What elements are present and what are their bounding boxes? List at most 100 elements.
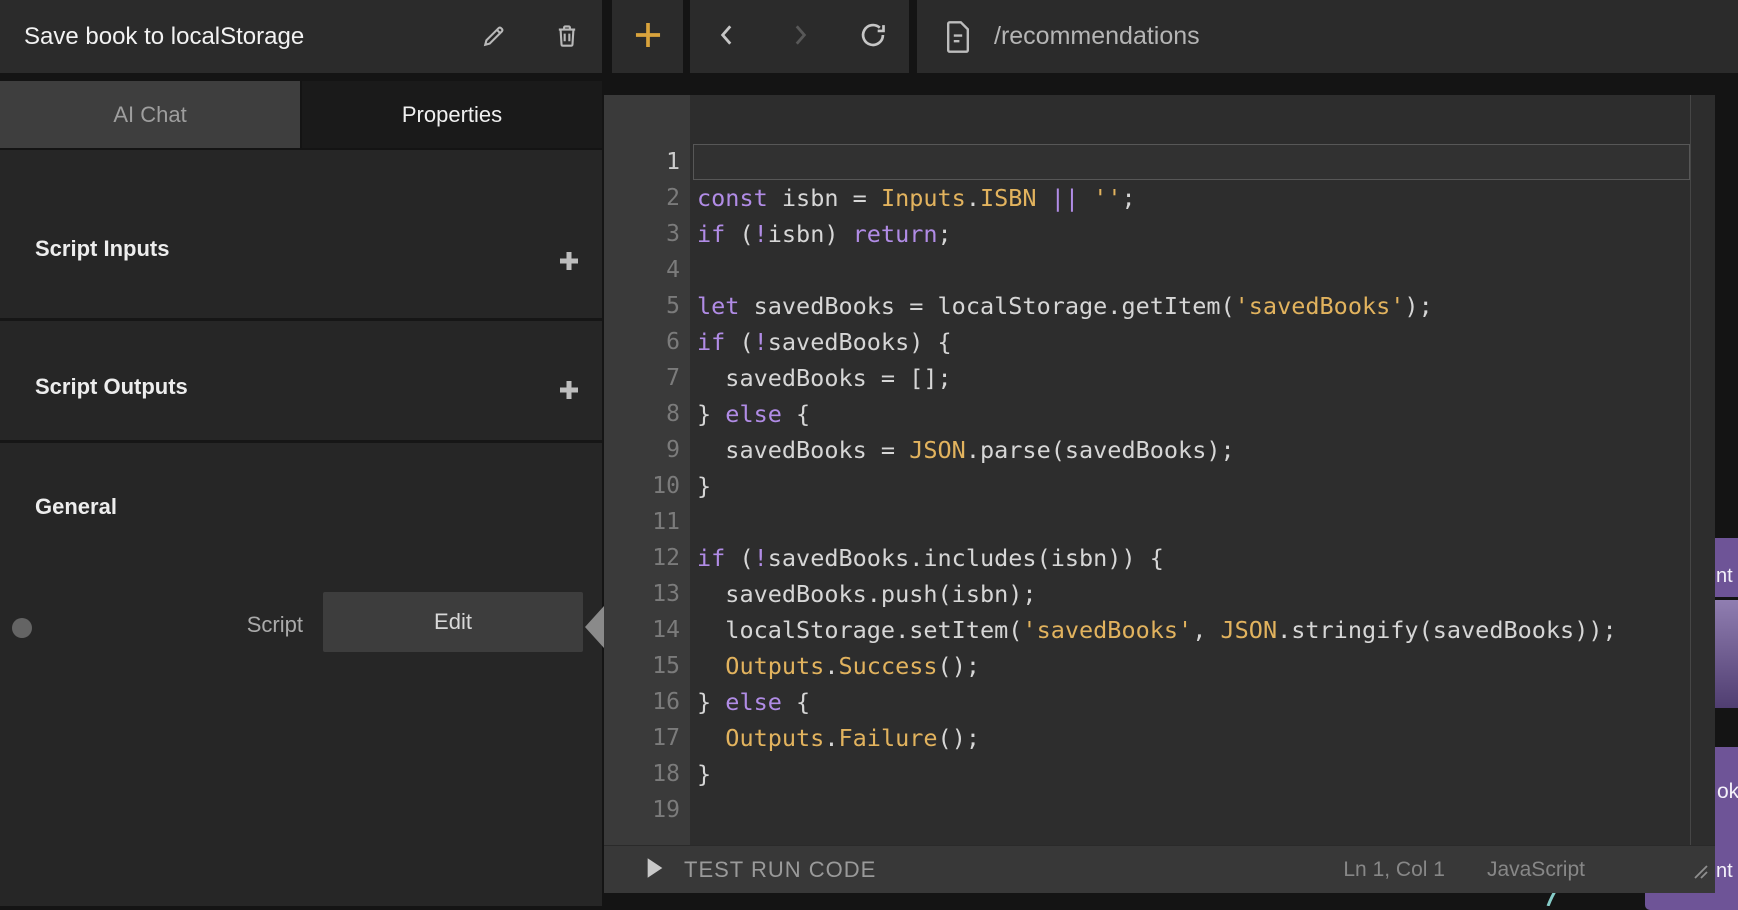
toolbar-url-segment: /recommendations: [917, 0, 1738, 73]
code-line[interactable]: 17 Outputs.Failure();: [604, 720, 1715, 756]
code-line-text: let savedBooks = localStorage.getItem('s…: [697, 288, 1433, 324]
code-line-text: if (!savedBooks) {: [697, 324, 952, 360]
panel-header: Save book to localStorage: [0, 0, 602, 73]
plus-icon: [631, 18, 665, 55]
add-page-button[interactable]: [626, 15, 670, 59]
line-number: 2: [604, 180, 680, 216]
action-title: Save book to localStorage: [24, 23, 304, 51]
page-icon: [944, 20, 972, 54]
test-run-label: TEST RUN CODE: [684, 857, 876, 883]
line-number: 5: [604, 288, 680, 324]
code-line[interactable]: 12 if (!savedBooks.includes(isbn)) {: [604, 540, 1715, 576]
delete-button[interactable]: [550, 20, 584, 54]
code-line-text: savedBooks = JSON.parse(savedBooks);: [697, 432, 1235, 468]
page-path[interactable]: /recommendations: [994, 22, 1200, 51]
code-line-text: Outputs.Success();: [697, 648, 980, 684]
scrollbar-track[interactable]: [1690, 95, 1691, 845]
plus-icon: [557, 249, 581, 276]
line-number: 15: [604, 648, 680, 684]
code-line[interactable]: 1: [604, 144, 1715, 180]
line-number: 13: [604, 576, 680, 612]
code-line[interactable]: 15 Outputs.Success();: [604, 648, 1715, 684]
tab-properties[interactable]: Properties: [302, 81, 602, 148]
flow-node-label-fragment: ok: [1717, 780, 1738, 804]
back-button[interactable]: [705, 15, 749, 59]
code-line[interactable]: 8 } else {: [604, 396, 1715, 432]
edit-script-button[interactable]: Edit: [323, 592, 583, 652]
line-number: 18: [604, 756, 680, 792]
panel-tabs: AI Chat Properties: [0, 81, 602, 148]
rename-button[interactable]: [477, 20, 511, 54]
language-indicator[interactable]: JavaScript: [1487, 858, 1585, 882]
forward-button[interactable]: [778, 15, 822, 59]
binding-dot[interactable]: [12, 618, 32, 638]
resize-handle-icon[interactable]: [1689, 860, 1709, 885]
section-divider: [0, 440, 602, 443]
editor-status-bar: TEST RUN CODE Ln 1, Col 1 JavaScript: [604, 845, 1715, 893]
code-line-text: } else {: [697, 396, 810, 432]
code-line[interactable]: 4: [604, 252, 1715, 288]
flow-node-label-fragment: nt: [1716, 860, 1733, 883]
line-number: 10: [604, 468, 680, 504]
cursor-position: Ln 1, Col 1: [1343, 858, 1445, 882]
tab-ai-chat[interactable]: AI Chat: [0, 81, 300, 148]
general-heading: General: [35, 494, 117, 520]
toolbar-add-segment: [612, 0, 683, 73]
code-line[interactable]: 14 localStorage.setItem('savedBooks', JS…: [604, 612, 1715, 648]
properties-sections: Script Inputs Script Outputs General Scr…: [0, 150, 602, 906]
line-number: 9: [604, 432, 680, 468]
toolbar-nav-segment: [690, 0, 909, 73]
flow-node-label-fragment: nt: [1716, 565, 1733, 588]
code-editor[interactable]: 12 const isbn = Inputs.ISBN || ''; 3 if (!i…: [604, 144, 1715, 828]
code-line-text: const isbn = Inputs.ISBN || '';: [697, 180, 1136, 216]
code-line[interactable]: 5 let savedBooks = localStorage.getItem('…: [604, 288, 1715, 324]
script-outputs-heading: Script Outputs: [35, 374, 188, 400]
refresh-button[interactable]: [851, 15, 895, 59]
add-script-output-button[interactable]: [555, 377, 583, 405]
action-editor-panel: Save book to localStorage AI Chat Proper…: [0, 0, 602, 906]
line-number: 1: [604, 144, 680, 180]
code-line-text: savedBooks.push(isbn);: [697, 576, 1037, 612]
code-line[interactable]: 2 const isbn = Inputs.ISBN || '';: [604, 180, 1715, 216]
code-line-text: savedBooks = [];: [697, 360, 952, 396]
code-line[interactable]: 11: [604, 504, 1715, 540]
line-number: 4: [604, 252, 680, 288]
code-line-text: if (!savedBooks.includes(isbn)) {: [697, 540, 1164, 576]
pencil-icon: [480, 22, 508, 53]
add-script-input-button[interactable]: [555, 248, 583, 276]
code-line-text: }: [697, 756, 711, 792]
refresh-icon: [859, 21, 887, 52]
line-number: 8: [604, 396, 680, 432]
code-line[interactable]: 18}: [604, 756, 1715, 792]
code-line[interactable]: 7 savedBooks = [];: [604, 360, 1715, 396]
chevron-right-icon: [787, 22, 813, 51]
trash-icon: [553, 22, 581, 53]
script-inputs-heading: Script Inputs: [35, 236, 169, 262]
chevron-left-icon: [714, 22, 740, 51]
code-line-text: localStorage.setItem('savedBooks', JSON.…: [697, 612, 1617, 648]
code-editor-popover: 12 const isbn = Inputs.ISBN || ''; 3 if (!i…: [604, 95, 1715, 893]
code-line[interactable]: 10}: [604, 468, 1715, 504]
section-divider: [0, 318, 602, 321]
line-number: 16: [604, 684, 680, 720]
code-line[interactable]: 6 if (!savedBooks) {: [604, 324, 1715, 360]
code-line[interactable]: 19: [604, 792, 1715, 828]
code-line-text: } else {: [697, 684, 810, 720]
plus-icon: [557, 378, 581, 405]
test-run-button[interactable]: TEST RUN CODE: [646, 857, 876, 883]
code-line[interactable]: 16 } else {: [604, 684, 1715, 720]
script-field-label: Script: [100, 612, 303, 638]
play-icon: [646, 857, 664, 882]
code-line[interactable]: 3 if (!isbn) return;: [604, 216, 1715, 252]
line-number: 7: [604, 360, 680, 396]
line-number: 12: [604, 540, 680, 576]
line-number: 19: [604, 792, 680, 828]
line-number: 17: [604, 720, 680, 756]
line-number: 3: [604, 216, 680, 252]
line-number: 14: [604, 612, 680, 648]
code-line[interactable]: 13 savedBooks.push(isbn);: [604, 576, 1715, 612]
code-line-text: Outputs.Failure();: [697, 720, 980, 756]
code-line-text: if (!isbn) return;: [697, 216, 952, 252]
line-number: 6: [604, 324, 680, 360]
code-line[interactable]: 9 savedBooks = JSON.parse(savedBooks);: [604, 432, 1715, 468]
